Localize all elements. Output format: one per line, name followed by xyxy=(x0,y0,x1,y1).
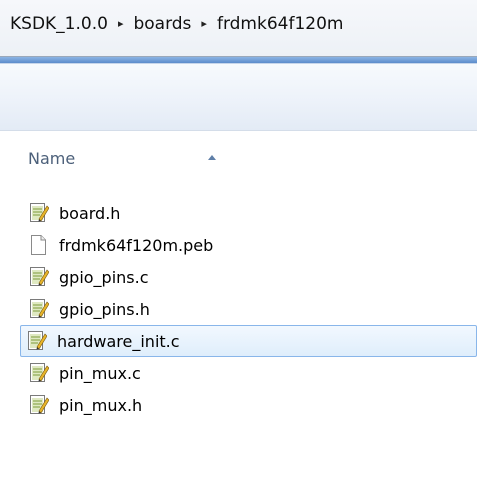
file-row[interactable]: pin_mux.h xyxy=(22,389,477,421)
address-bar-progress-strip xyxy=(0,57,477,64)
file-row[interactable]: frdmk64f120m.peb xyxy=(22,229,477,261)
file-name: gpio_pins.c xyxy=(59,267,149,287)
command-toolbar xyxy=(0,64,477,131)
blank-file-icon xyxy=(31,235,46,255)
breadcrumb-item-current[interactable]: frdmk64f120m xyxy=(215,14,346,34)
breadcrumb: KSDK_1.0.0 ▸ boards ▸ frdmk64f120m xyxy=(8,14,345,34)
text-edit-file-icon xyxy=(28,331,47,350)
file-name: board.h xyxy=(59,203,121,223)
file-name: hardware_init.c xyxy=(57,331,180,351)
text-edit-file-icon xyxy=(30,267,49,286)
file-name: pin_mux.c xyxy=(59,363,141,383)
breadcrumb-item-root[interactable]: KSDK_1.0.0 xyxy=(8,14,110,34)
text-edit-file-icon xyxy=(30,395,49,414)
address-bar[interactable]: KSDK_1.0.0 ▸ boards ▸ frdmk64f120m xyxy=(0,0,477,57)
breadcrumb-item-boards[interactable]: boards xyxy=(131,14,193,34)
breadcrumb-separator-icon[interactable]: ▸ xyxy=(201,17,207,30)
file-list: Name board.h frdmk64f120m.peb gpio_pins.… xyxy=(0,131,477,499)
file-name: frdmk64f120m.peb xyxy=(59,235,214,255)
file-row-selected[interactable]: hardware_init.c xyxy=(20,325,477,357)
file-row[interactable]: gpio_pins.h xyxy=(22,293,477,325)
file-row[interactable]: gpio_pins.c xyxy=(22,261,477,293)
file-row[interactable]: board.h xyxy=(22,197,477,229)
file-name: gpio_pins.h xyxy=(59,299,150,319)
file-name: pin_mux.h xyxy=(59,395,143,415)
sort-ascending-icon xyxy=(208,155,216,160)
file-rows: board.h frdmk64f120m.peb gpio_pins.c gpi… xyxy=(20,197,477,421)
file-row[interactable]: pin_mux.c xyxy=(22,357,477,389)
text-edit-file-icon xyxy=(30,299,49,318)
text-edit-file-icon xyxy=(30,203,49,222)
column-header-name[interactable]: Name xyxy=(28,149,216,173)
breadcrumb-separator-icon[interactable]: ▸ xyxy=(118,17,124,30)
text-edit-file-icon xyxy=(30,363,49,382)
column-header-name-label: Name xyxy=(28,149,76,168)
